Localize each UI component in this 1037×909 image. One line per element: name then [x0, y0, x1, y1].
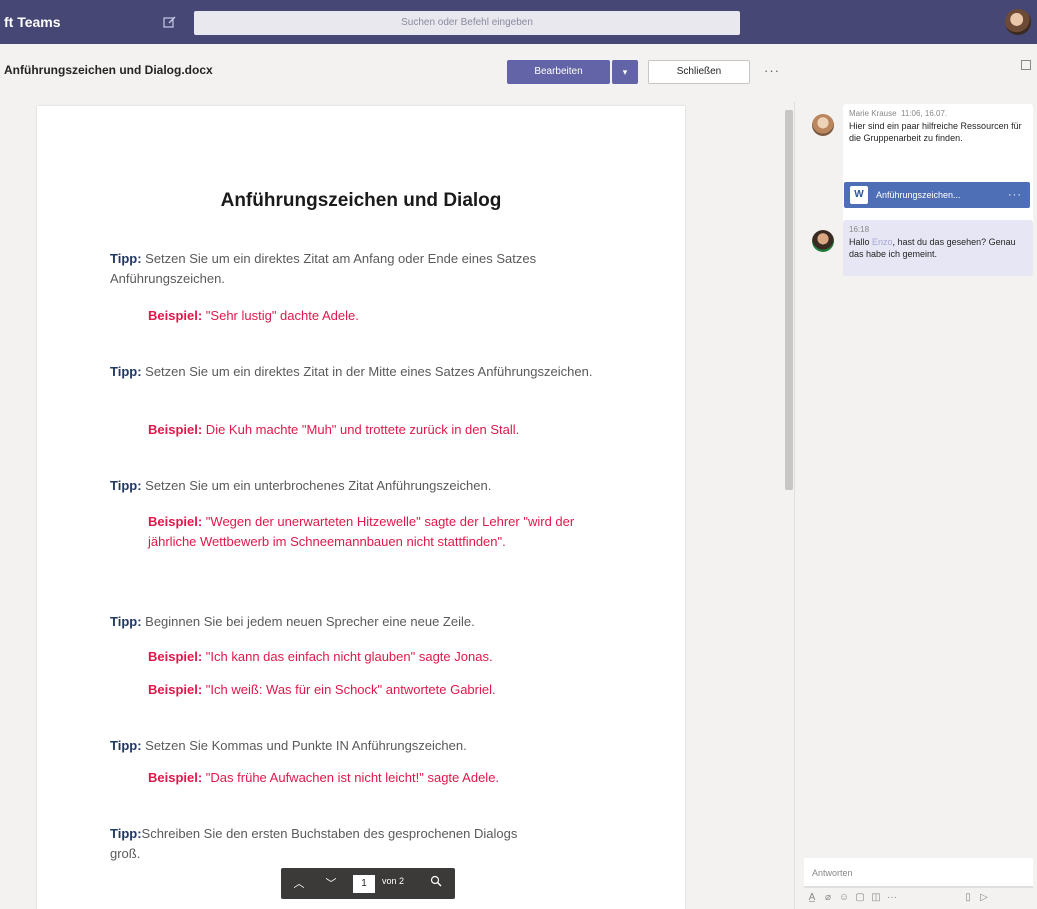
sticker-icon[interactable]: ◫: [868, 892, 884, 903]
example-text: "Wegen der unerwarteten Hitzewelle" sagt…: [148, 514, 575, 549]
tip-paragraph: Tipp: Setzen Sie Kommas und Punkte IN An…: [110, 736, 600, 756]
edit-button[interactable]: Bearbeiten: [507, 60, 610, 84]
mention[interactable]: Enzo: [872, 237, 893, 247]
schedule-icon[interactable]: ▯: [960, 892, 976, 903]
avatar[interactable]: [812, 114, 834, 136]
emoji-icon[interactable]: ☺: [836, 892, 852, 903]
chat-pane: Marie Krause 11:06, 16.07. Hier sind ein…: [796, 44, 1037, 909]
send-icon[interactable]: ▷: [976, 892, 992, 903]
example-text: "Sehr lustig" dachte Adele.: [202, 308, 359, 323]
word-file-icon: W: [850, 186, 868, 204]
page-navigation: ︿ ﹀ 1 von 2: [281, 868, 455, 899]
gif-icon[interactable]: ▢: [852, 892, 868, 903]
document-header: Anführungszeichen und Dialog.docx Bearbe…: [0, 44, 795, 102]
message-text-part: Hallo: [849, 237, 873, 247]
chat-message: Marie Krause 11:06, 16.07. Hier sind ein…: [843, 104, 1033, 228]
example-text: "Ich kann das einfach nicht glauben" sag…: [202, 649, 493, 664]
file-attachment[interactable]: W Anführungszeichen... ···: [844, 182, 1030, 208]
compose-icon[interactable]: [163, 15, 177, 29]
example-label: Beispiel:: [148, 649, 203, 664]
example-line: Beispiel: Die Kuh machte "Muh" und trott…: [148, 420, 648, 440]
chevron-down-icon: ▾: [622, 67, 628, 77]
example-label: Beispiel:: [148, 422, 203, 437]
reply-input[interactable]: Antworten: [804, 858, 1033, 888]
message-time: 11:06, 16.07.: [901, 109, 948, 118]
tip-paragraph: Tipp: Setzen Sie um ein unterbrochenes Z…: [110, 476, 600, 496]
example-label: Beispiel:: [148, 682, 203, 697]
edit-dropdown-button[interactable]: ▾: [612, 60, 638, 84]
tip-label: Tipp:: [110, 364, 142, 379]
chevron-up-icon[interactable]: ︿: [289, 874, 309, 894]
page-number-input[interactable]: 1: [353, 875, 375, 893]
example-line: Beispiel: "Ich weiß: Was für ein Schock"…: [148, 680, 628, 700]
example-label: Beispiel:: [148, 514, 203, 529]
avatar[interactable]: [812, 230, 834, 252]
tip-label: Tipp:: [110, 738, 142, 753]
document-title: Anführungszeichen und Dialog.docx: [4, 63, 213, 77]
message-author: Marie Krause: [849, 109, 897, 118]
message-meta: Marie Krause 11:06, 16.07.: [849, 108, 1027, 120]
scrollbar[interactable]: [782, 102, 794, 909]
attach-icon[interactable]: ⌀: [820, 892, 836, 903]
format-icon[interactable]: A̲: [804, 892, 820, 903]
tip-text: Beginnen Sie bei jedem neuen Sprecher ei…: [141, 614, 475, 629]
example-text: "Das frühe Aufwachen ist nicht leicht!" …: [202, 770, 500, 785]
tip-paragraph: Tipp: Beginnen Sie bei jedem neuen Sprec…: [110, 612, 600, 632]
more-options-icon[interactable]: ···: [1008, 182, 1022, 208]
tip-label: Tipp:: [110, 478, 142, 493]
tip-label: Tipp:: [110, 251, 142, 266]
tip-paragraph: Tipp: Setzen Sie um ein direktes Zitat a…: [110, 249, 600, 289]
example-label: Beispiel:: [148, 770, 203, 785]
user-avatar[interactable]: [1005, 9, 1031, 35]
example-line: Beispiel: "Wegen der unerwarteten Hitzew…: [148, 512, 588, 552]
zoom-icon[interactable]: [426, 874, 446, 894]
example-text: "Ich weiß: Was für ein Schock" antwortet…: [202, 682, 496, 697]
example-line: Beispiel: "Ich kann das einfach nicht gl…: [148, 647, 628, 667]
more-icon[interactable]: ···: [884, 892, 900, 903]
document-viewer: Anführungszeichen und Dialog Tipp: Setze…: [0, 102, 795, 909]
compose-toolbar: A̲ ⌀ ☺ ▢ ◫ ··· ▯ ▷: [804, 892, 1033, 909]
tip-text: Setzen Sie um ein direktes Zitat am Anfa…: [110, 251, 537, 286]
tip-paragraph: Tipp:Schreiben Sie den ersten Buchstaben…: [110, 824, 550, 864]
document-page: Anführungszeichen und Dialog Tipp: Setze…: [37, 106, 685, 909]
close-button[interactable]: Schließen: [648, 60, 750, 84]
page-count-label: von 2: [382, 876, 405, 886]
message-time: 16:18: [849, 225, 870, 234]
tip-paragraph: Tipp: Setzen Sie um ein direktes Zitat i…: [110, 362, 600, 382]
tip-text: Setzen Sie um ein unterbrochenes Zitat A…: [141, 478, 492, 493]
tip-text: Setzen Sie Kommas und Punkte IN Anführun…: [141, 738, 467, 753]
expand-icon[interactable]: [1021, 60, 1031, 70]
document-heading: Anführungszeichen und Dialog: [220, 190, 502, 211]
file-name: Anführungszeichen...: [876, 190, 961, 200]
example-text: Die Kuh machte "Muh" und trottete zurück…: [202, 422, 520, 437]
tip-text: Schreiben Sie den ersten Buchstaben des …: [110, 826, 518, 861]
example-label: Beispiel:: [148, 308, 203, 323]
example-line: Beispiel: "Das frühe Aufwachen ist nicht…: [148, 768, 628, 788]
app-name: ft Teams: [4, 14, 61, 30]
more-options-icon[interactable]: ···: [764, 63, 780, 78]
chat-message: 16:18 Hallo Enzo, hast du das gesehen? G…: [843, 220, 1033, 276]
chevron-down-icon[interactable]: ﹀: [321, 874, 341, 894]
title-bar: ft Teams Suchen oder Befehl eingeben: [0, 0, 1037, 44]
tip-text: Setzen Sie um ein direktes Zitat in der …: [141, 364, 593, 379]
tip-label: Tipp:: [110, 614, 142, 629]
message-text: Hallo Enzo, hast du das gesehen? Genau d…: [849, 236, 1027, 260]
example-line: Beispiel: "Sehr lustig" dachte Adele.: [148, 306, 608, 326]
scrollbar-thumb[interactable]: [785, 110, 793, 490]
tip-label: Tipp:: [110, 826, 142, 841]
search-input[interactable]: Suchen oder Befehl eingeben: [194, 11, 740, 35]
message-text: Hier sind ein paar hilfreiche Ressourcen…: [849, 121, 1022, 143]
